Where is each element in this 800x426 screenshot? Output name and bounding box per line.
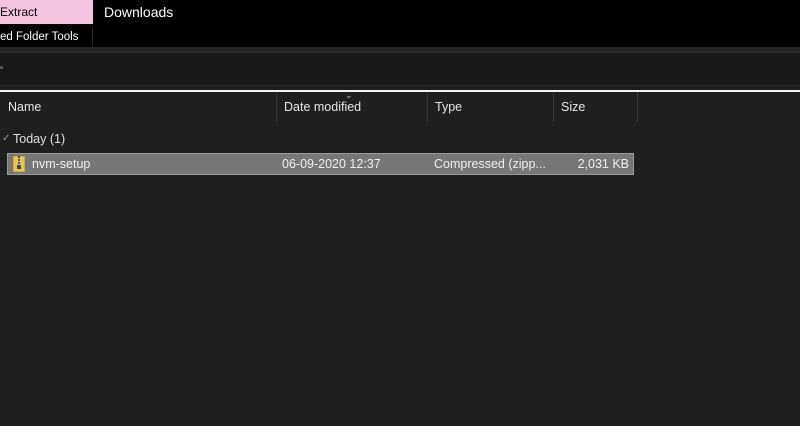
window-title: Downloads <box>104 4 174 20</box>
collapse-chevron-icon[interactable]: ✓ <box>2 128 10 150</box>
column-header-row: Name Date modified ⌄ Type Size <box>0 90 800 122</box>
title-bar: Extract Downloads ed Folder Tools <box>0 0 800 47</box>
group-label: Today (1) <box>13 132 66 146</box>
compressed-folder-tools-label[interactable]: ed Folder Tools <box>0 27 93 47</box>
group-header-today[interactable]: ✓ Today (1) <box>0 128 800 150</box>
file-date-modified: 06-09-2020 12:37 <box>282 157 381 171</box>
zip-folder-icon <box>13 156 25 172</box>
file-type: Compressed (zipp... <box>434 157 546 171</box>
file-size: 2,031 KB <box>577 157 629 171</box>
ribbon-edge-mark <box>0 66 3 69</box>
column-divider[interactable] <box>637 92 638 122</box>
column-header-size[interactable]: Size <box>553 92 637 122</box>
sort-chevron-icon: ⌄ <box>345 90 353 100</box>
ribbon-collapsed-row <box>0 52 800 86</box>
column-header-type[interactable]: Type <box>427 92 553 122</box>
column-header-name[interactable]: Name <box>0 92 276 122</box>
file-name[interactable]: nvm-setup <box>32 154 90 174</box>
file-row[interactable]: nvm-setup 06-09-2020 12:37 Compressed (z… <box>7 153 634 175</box>
ribbon-tab-extract[interactable]: Extract <box>0 0 93 24</box>
